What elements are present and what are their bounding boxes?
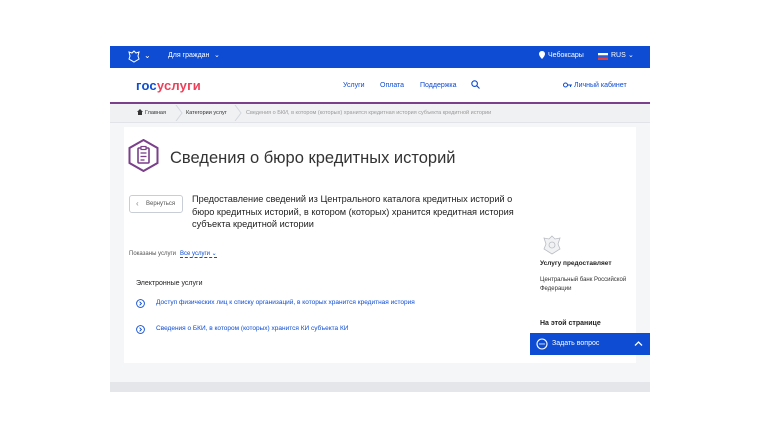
location-pin-icon <box>539 51 545 59</box>
nav-link-services[interactable]: Услуги <box>343 82 365 89</box>
ask-question-label: Задать вопрос <box>552 340 600 347</box>
central-bank-emblem-icon <box>543 235 561 255</box>
breadcrumb-current: Сведения о БКИ, в котором (которых) хран… <box>246 110 492 116</box>
for-citizens-menu[interactable]: Для граждан <box>168 52 209 59</box>
footer-strip <box>110 382 650 392</box>
provider-name: Центральный банк Российской Федерации <box>540 277 627 292</box>
chevron-down-icon: ⌄ <box>214 52 220 59</box>
breadcrumb-categories[interactable]: Категории услуг <box>186 110 227 116</box>
breadcrumb: Главная Категории услуг Сведения о БКИ, … <box>110 104 650 123</box>
shown-services-label: Показаны услуги <box>129 251 177 257</box>
ask-question-button[interactable]: Задать вопрос <box>530 333 650 355</box>
personal-cabinet-link[interactable]: Личный кабинет <box>574 82 627 89</box>
page-title: Сведения о бюро кредитных историй <box>170 149 456 167</box>
search-icon[interactable] <box>471 80 480 89</box>
on-this-page-heading: На этой странице <box>540 320 601 327</box>
chevron-circle-icon[interactable] <box>136 325 145 334</box>
service-link-access-list[interactable]: Доступ физических лиц к списку организац… <box>156 299 415 306</box>
location-link[interactable]: Чебоксары <box>548 52 584 59</box>
main-nav: госуслуги Услуги Оплата Поддержка Личный… <box>110 68 650 104</box>
nav-link-support[interactable]: Поддержка <box>420 82 457 89</box>
back-button[interactable]: ‹ Вернуться <box>129 195 183 213</box>
breadcrumb-home[interactable]: Главная <box>145 110 166 116</box>
coat-of-arms-icon[interactable] <box>128 50 140 63</box>
provider-heading: Услугу предоставляет <box>540 260 612 267</box>
home-icon <box>137 109 143 115</box>
chat-bubble-icon <box>536 338 548 350</box>
content-card: Сведения о бюро кредитных историй ‹ Верн… <box>124 127 636 363</box>
service-description: Предоставление сведений из Центрального … <box>192 194 514 229</box>
chevron-up-icon[interactable] <box>634 339 643 348</box>
chevron-circle-icon[interactable] <box>136 299 145 308</box>
breadcrumb-separator <box>234 105 242 121</box>
top-bar: ⌄ Для граждан ⌄ Чебоксары RUS ⌄ <box>110 46 650 68</box>
chevron-down-icon: ⌄ <box>628 52 634 59</box>
russian-flag-icon <box>598 53 608 60</box>
gosuslugi-logo[interactable]: госуслуги <box>136 78 201 93</box>
language-select[interactable]: RUS <box>611 52 626 59</box>
services-filter-value: Все услуги <box>180 251 210 257</box>
chevron-down-icon[interactable]: ⌄ <box>144 51 151 60</box>
logo-part-uslugi: услуги <box>156 78 201 93</box>
key-icon <box>563 82 572 88</box>
chevron-left-icon: ‹ <box>136 199 139 208</box>
document-list-icon <box>128 139 159 172</box>
electronic-services-heading: Электронные услуги <box>136 280 203 287</box>
breadcrumb-separator <box>175 105 183 121</box>
back-button-label: Вернуться <box>146 201 176 207</box>
service-link-bki-info[interactable]: Сведения о БКИ, в котором (которых) хран… <box>156 325 348 332</box>
nav-link-payment[interactable]: Оплата <box>380 82 404 89</box>
services-filter-dropdown[interactable]: Все услуги ⌄ <box>180 250 217 258</box>
logo-part-gos: гос <box>136 78 157 93</box>
browser-page: ⌄ Для граждан ⌄ Чебоксары RUS ⌄ госуслуг… <box>110 46 650 392</box>
